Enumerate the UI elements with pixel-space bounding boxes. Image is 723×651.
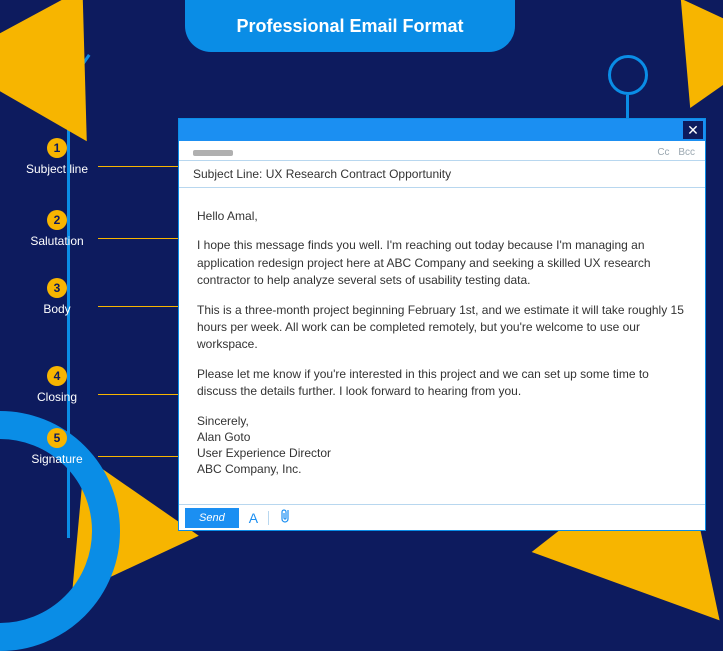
annotation-label: Subject line	[26, 162, 88, 176]
attachment-icon[interactable]	[279, 509, 291, 526]
body-paragraph: I hope this message finds you well. I'm …	[197, 237, 687, 289]
email-body[interactable]: Hello Amal, I hope this message finds yo…	[179, 188, 705, 504]
subject-text: Subject Line: UX Research Contract Oppor…	[193, 167, 451, 181]
body-paragraph: Please let me know if you're interested …	[197, 366, 687, 401]
annotation-label: Signature	[31, 452, 82, 466]
closing-text: Sincerely,	[197, 413, 687, 429]
email-toolbar: Send A	[179, 504, 705, 530]
salutation-text: Hello Amal,	[197, 208, 687, 225]
cc-bcc-group: Cc Bcc	[651, 147, 695, 158]
signature-title: User Experience Director	[197, 445, 687, 461]
email-titlebar: ✕	[179, 119, 705, 141]
cc-link[interactable]: Cc	[657, 147, 669, 158]
page-title-banner: Professional Email Format	[185, 0, 515, 52]
subject-field[interactable]: Subject Line: UX Research Contract Oppor…	[179, 161, 705, 188]
signature-company: ABC Company, Inc.	[197, 461, 687, 477]
annotation-number: 1	[47, 138, 67, 158]
annotation-subject-line: 1 Subject line	[12, 138, 102, 176]
email-to-row: Cc Bcc	[179, 141, 705, 161]
annotation-signature: 5 Signature	[12, 428, 102, 466]
body-paragraph: This is a three-month project beginning …	[197, 302, 687, 354]
annotation-salutation: 2 Salutation	[12, 210, 102, 248]
toolbar-divider	[268, 511, 269, 525]
annotation-label: Closing	[37, 390, 77, 404]
signature-name: Alan Goto	[197, 429, 687, 445]
annotation-number: 2	[47, 210, 67, 230]
formatting-icon[interactable]: A	[249, 510, 258, 526]
annotation-number: 4	[47, 366, 67, 386]
annotation-body: 3 Body	[12, 278, 102, 316]
page-title: Professional Email Format	[236, 16, 463, 37]
annotation-label: Salutation	[30, 234, 83, 248]
annotation-closing: 4 Closing	[12, 366, 102, 404]
bcc-link[interactable]: Bcc	[678, 147, 695, 158]
annotation-number: 3	[47, 278, 67, 298]
send-button[interactable]: Send	[185, 508, 239, 528]
close-icon[interactable]: ✕	[683, 121, 703, 139]
email-window: ✕ Cc Bcc Subject Line: UX Research Contr…	[178, 118, 706, 531]
annotation-label: Body	[43, 302, 70, 316]
to-field-placeholder[interactable]	[193, 150, 233, 156]
annotation-number: 5	[47, 428, 67, 448]
